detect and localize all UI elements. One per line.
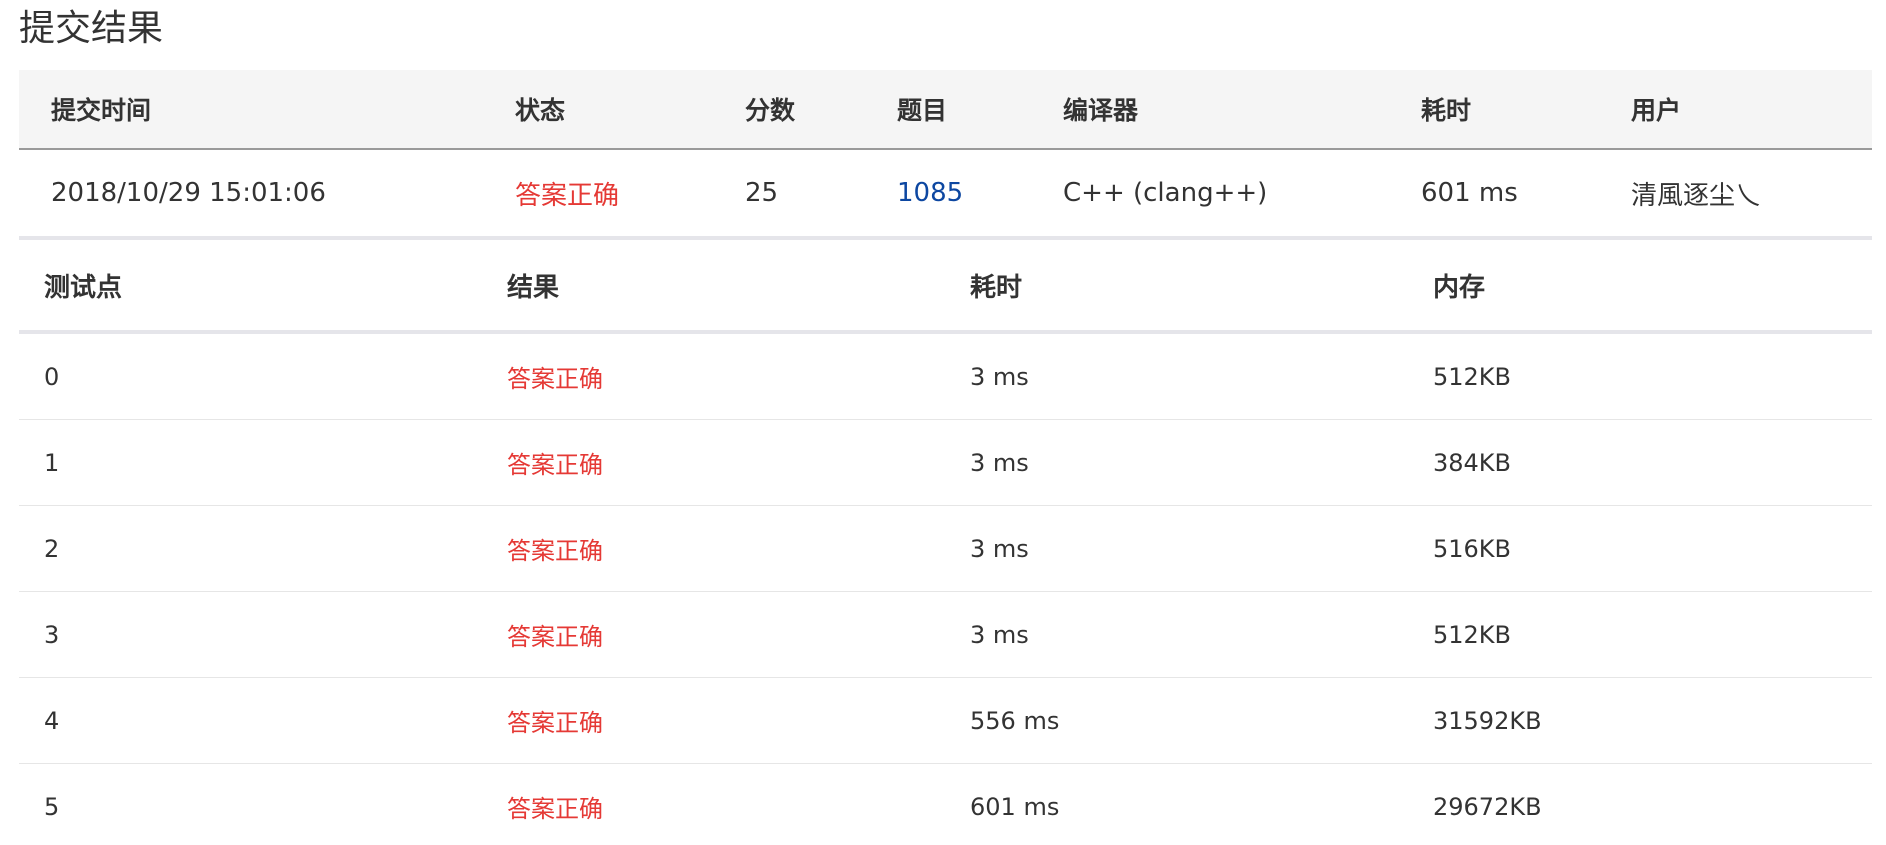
- case-result: 答案正确: [507, 709, 603, 737]
- case-memory: 512KB: [1433, 620, 1512, 649]
- header-memory: 内存: [1433, 272, 1486, 303]
- compiler: C++ (clang++): [1063, 178, 1268, 208]
- header-result: 结果: [507, 272, 560, 303]
- table-row: 1 答案正确 3 ms 384KB: [19, 420, 1872, 506]
- submission-table: 提交时间 状态 分数 题目 编译器 耗时 用户 2018/10/29 15:01…: [19, 70, 1872, 240]
- case-id: 5: [44, 792, 60, 821]
- header-status: 状态: [515, 96, 566, 125]
- submit-time: 2018/10/29 15:01:06: [51, 178, 326, 208]
- page-title: 提交结果: [19, 8, 164, 49]
- case-memory: 384KB: [1433, 448, 1512, 477]
- header-user: 用户: [1631, 96, 1682, 125]
- case-id: 2: [44, 534, 60, 563]
- case-memory: 512KB: [1433, 362, 1512, 391]
- header-problem: 题目: [897, 96, 948, 125]
- case-result: 答案正确: [507, 451, 603, 479]
- case-memory: 29672KB: [1433, 792, 1542, 821]
- header-elapsed: 耗时: [1421, 96, 1472, 125]
- user-name: 清風逐尘乀: [1631, 180, 1762, 211]
- header-case-id: 测试点: [44, 272, 123, 303]
- table-row: 2 答案正确 3 ms 516KB: [19, 506, 1872, 592]
- submission-status: 答案正确: [515, 180, 620, 211]
- case-memory: 516KB: [1433, 534, 1512, 563]
- header-submit-time: 提交时间: [51, 96, 152, 125]
- header-compiler: 编译器: [1063, 96, 1139, 125]
- case-result: 答案正确: [507, 623, 603, 651]
- problem-link[interactable]: 1085: [897, 178, 963, 208]
- problem-cell: 1085: [897, 150, 963, 236]
- case-time: 3 ms: [970, 534, 1029, 563]
- case-time: 601 ms: [970, 792, 1060, 821]
- case-id: 1: [44, 448, 60, 477]
- header-time: 耗时: [970, 272, 1023, 303]
- case-memory: 31592KB: [1433, 706, 1542, 735]
- submission-table-header: 提交时间 状态 分数 题目 编译器 耗时 用户: [19, 70, 1872, 150]
- submission-result-page: 提交结果 提交时间 状态 分数 题目 编译器 耗时 用户 2018/10/29 …: [0, 0, 1886, 845]
- test-case-table-header: 测试点 结果 耗时 内存: [19, 240, 1872, 334]
- table-row: 3 答案正确 3 ms 512KB: [19, 592, 1872, 678]
- case-time: 3 ms: [970, 620, 1029, 649]
- case-id: 0: [44, 362, 60, 391]
- header-score: 分数: [745, 96, 796, 125]
- elapsed-time: 601 ms: [1421, 178, 1518, 208]
- case-time: 3 ms: [970, 362, 1029, 391]
- case-time: 3 ms: [970, 448, 1029, 477]
- table-row: 4 答案正确 556 ms 31592KB: [19, 678, 1872, 764]
- table-row: 5 答案正确 601 ms 29672KB: [19, 764, 1872, 845]
- test-case-table: 测试点 结果 耗时 内存 0 答案正确 3 ms 512KB 1 答案正确 3 …: [19, 240, 1872, 845]
- case-id: 4: [44, 706, 60, 735]
- case-time: 556 ms: [970, 706, 1060, 735]
- submission-row: 2018/10/29 15:01:06 答案正确 25 1085 C++ (cl…: [19, 150, 1872, 240]
- submission-score: 25: [745, 178, 779, 208]
- case-result: 答案正确: [507, 537, 603, 565]
- table-row: 0 答案正确 3 ms 512KB: [19, 334, 1872, 420]
- case-result: 答案正确: [507, 365, 603, 393]
- case-result: 答案正确: [507, 795, 603, 823]
- case-id: 3: [44, 620, 60, 649]
